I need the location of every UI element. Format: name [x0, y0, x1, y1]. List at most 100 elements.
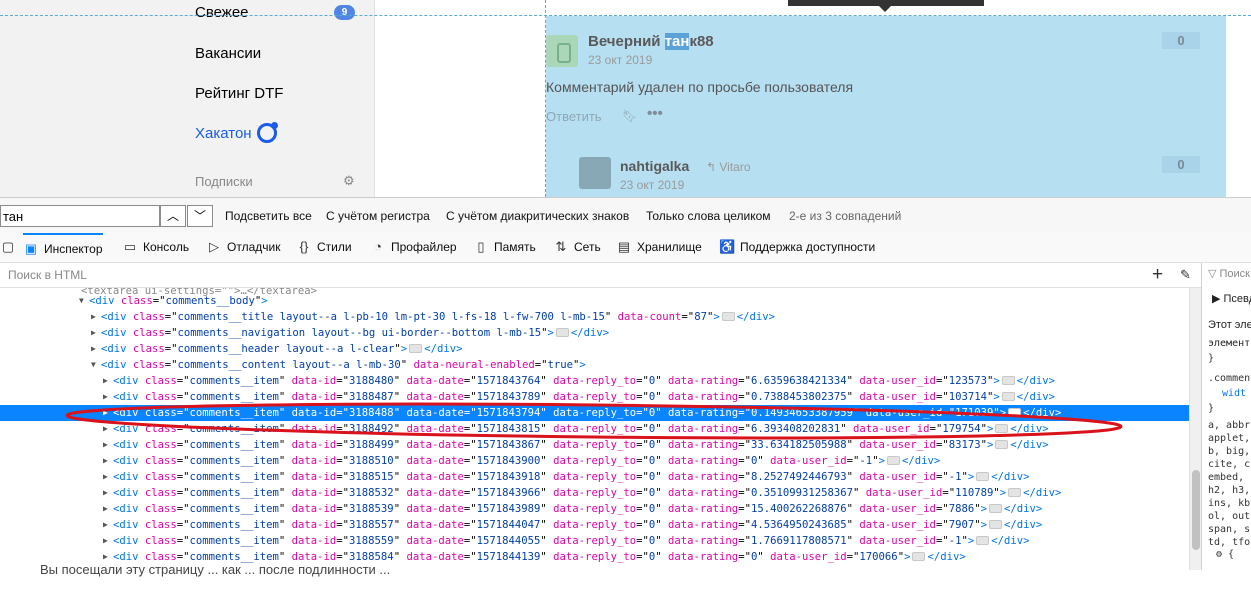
new-items-badge: 9 — [334, 5, 355, 20]
markup-line-comment-item[interactable]: ▶ <div class="comments__item" data-id="31… — [0, 501, 1189, 517]
markup-line-comment-item[interactable]: ▶ <div class="comments__item" data-id="31… — [0, 533, 1189, 549]
find-bar: ︿ ﹀ Подсветить все С учётом регистра С у… — [0, 197, 1251, 233]
tab-inspector[interactable]: ▣ Инспектор — [23, 233, 103, 263]
more-icon[interactable]: ••• — [647, 105, 663, 122]
expand-twisty-icon: ▶ — [103, 472, 108, 481]
tab-style-editor[interactable]: {} Стили — [296, 233, 352, 263]
markup-line[interactable]: ▶ <div class="comments__navigation layou… — [0, 325, 1189, 341]
inherited-selector: td, tfo — [1208, 537, 1251, 548]
expand-twisty-icon: ▶ — [103, 376, 108, 385]
tab-memory[interactable]: ▯ Память — [473, 233, 535, 263]
storage-icon: ▤ — [617, 239, 631, 254]
rule-brace: } — [1208, 353, 1215, 364]
avatar[interactable] — [546, 35, 578, 67]
collapsed-content-icon — [989, 503, 1002, 513]
debugger-icon: ▷ — [209, 239, 219, 254]
match-case-option[interactable]: С учётом регистра — [326, 209, 430, 223]
tab-profiler[interactable]: ◔ Профайлер — [370, 233, 457, 263]
comment-date: 23 окт 2019 — [620, 178, 685, 192]
markup-line[interactable]: ▼ <div class="comments__body"> — [0, 293, 1189, 309]
comment-text: Комментарий удален по просьбе пользовате… — [546, 79, 854, 95]
markup-line-comment-item[interactable]: ▶ <div class="comments__item" data-id="31… — [0, 405, 1189, 421]
hackathon-icon — [257, 122, 278, 143]
profiler-icon: ◔ — [374, 239, 382, 254]
console-icon: ▭ — [123, 239, 137, 254]
search-match-highlight: тан — [664, 33, 690, 50]
markup-line-comment-item[interactable]: ▶ <div class="comments__item" data-id="31… — [0, 389, 1189, 405]
gear-icon[interactable]: ⚙ { — [1216, 549, 1234, 560]
add-node-icon[interactable]: + — [1152, 264, 1163, 286]
find-next-button[interactable]: ﹀ — [187, 205, 213, 227]
markup-line[interactable]: ▶ <div class="comments__title layout--a … — [0, 309, 1189, 325]
match-diacritics-option[interactable]: С учётом диакритических знаков — [446, 209, 629, 223]
sidebar: Свежее 9 Вакансии Рейтинг DTF Хакатон По… — [0, 0, 375, 197]
devtools-tabbar: ▢ ▣ Инспектор ▭ Консоль ▷ Отладчик {} Стили … — [0, 233, 1251, 263]
markup-line-comment-item[interactable]: ▶ <div class="comments__item" data-id="31… — [0, 421, 1189, 437]
this-element-label: Этот эле — [1208, 319, 1251, 331]
avatar[interactable] — [579, 157, 611, 189]
tab-console[interactable]: ▭ Консоль — [122, 233, 189, 263]
network-icon: ⇅ — [555, 239, 567, 254]
inherited-selector: applet, — [1208, 433, 1251, 444]
reply-button[interactable]: Ответить — [546, 109, 602, 124]
expand-twisty-icon: ▶ — [103, 488, 108, 497]
rule-property[interactable]: widt — [1222, 388, 1246, 399]
sidebar-item-fresh[interactable]: Свежее — [195, 4, 249, 21]
element-picker-icon[interactable]: ▢ — [0, 233, 21, 263]
comment-author[interactable]: nahtigalka — [620, 158, 689, 174]
markup-line-comment-item[interactable]: ▶ <div class="comments__item" data-id="31… — [0, 469, 1189, 485]
find-input[interactable] — [0, 205, 160, 227]
sidebar-item-rating[interactable]: Рейтинг DTF — [195, 85, 283, 102]
memory-icon: ▯ — [477, 239, 485, 254]
guide-line-horizontal — [0, 15, 1251, 16]
comment-author[interactable]: Вечерний танк88 — [588, 33, 714, 50]
bookmark-icon[interactable]: 🔖︎ — [622, 109, 637, 123]
markup-line-comment-item[interactable]: ▶ <div class="comments__item" data-id="31… — [0, 373, 1189, 389]
inherited-selector: a, abbr — [1208, 420, 1251, 431]
markup-view: <textarea ui-settings="">…</textarea> ▼ … — [0, 288, 1189, 570]
rules-filter[interactable]: ▽ Поиск — [1208, 267, 1250, 280]
comment-rating: 0 — [1162, 32, 1200, 49]
gear-icon[interactable]: ⚙ — [343, 173, 355, 189]
tab-storage[interactable]: ▤ Хранилище — [616, 233, 702, 263]
scrollbar-thumb[interactable] — [1192, 470, 1200, 550]
find-status: 2-е из 3 совпадений — [789, 209, 902, 223]
rule-brace: } — [1208, 403, 1215, 414]
markup-line[interactable]: ▶ <div class="comments__header layout--a… — [0, 341, 1189, 357]
markup-line-comment-item[interactable]: ▶ <div class="comments__item" data-id="31… — [0, 517, 1189, 533]
rule-selector[interactable]: .comment — [1208, 373, 1251, 384]
collapsed-content-icon — [1001, 391, 1015, 401]
tab-debugger[interactable]: ▷ Отладчик — [206, 233, 280, 263]
inherited-selector: b, big, — [1208, 446, 1251, 457]
html-search[interactable]: Поиск в HTML + ✎ — [0, 263, 1201, 288]
collapsed-content-icon — [886, 455, 900, 465]
markup-scrollbar[interactable] — [1189, 288, 1201, 570]
filter-icon: ▽ — [1208, 268, 1220, 280]
tab-accessibility[interactable]: ♿ Поддержка доступности — [719, 233, 875, 263]
sidebar-item-vacancies[interactable]: Вакансии — [195, 45, 261, 62]
inherited-selector: cite, c — [1208, 459, 1251, 470]
collapsed-content-icon — [1001, 375, 1015, 385]
expand-twisty-icon: ▶ — [103, 392, 108, 401]
eyedropper-icon[interactable]: ✎ — [1180, 267, 1191, 283]
inherited-selector: ol, out — [1208, 511, 1251, 522]
tab-network[interactable]: ⇅ Сеть — [553, 233, 601, 263]
reply-to[interactable]: ↰ Vitaro — [706, 160, 751, 174]
highlight-all-option[interactable]: Подсветить все — [225, 209, 312, 223]
subscriptions-label: Подписки — [195, 174, 253, 189]
markup-line-comment-item[interactable]: ▶ <div class="comments__item" data-id="31… — [0, 485, 1189, 501]
collapsed-content-icon — [989, 519, 1002, 529]
accessibility-icon: ♿ — [719, 239, 736, 254]
whole-words-option[interactable]: Только слова целиком — [646, 209, 771, 223]
find-previous-button[interactable]: ︿ — [160, 205, 186, 227]
expand-twisty-icon: ▶ — [103, 504, 108, 513]
markup-line-comment-item[interactable]: ▶ <div class="comments__item" data-id="31… — [0, 453, 1189, 469]
html-search-placeholder: Поиск в HTML — [8, 268, 87, 282]
pseudo-classes-toggle[interactable]: ▶ Псевдо — [1212, 292, 1251, 305]
element-rule-label: элемент — [1208, 338, 1251, 349]
markup-line-comment-item[interactable]: ▶ <div class="comments__item" data-id="31… — [0, 437, 1189, 453]
comment-rating: 0 — [1162, 156, 1200, 173]
sidebar-item-hackathon[interactable]: Хакатон — [195, 125, 252, 142]
background-page-text: Вы посещали эту страницу ... как ... пос… — [40, 562, 391, 577]
markup-line[interactable]: ▼ <div class="comments__content layout--… — [0, 357, 1189, 373]
